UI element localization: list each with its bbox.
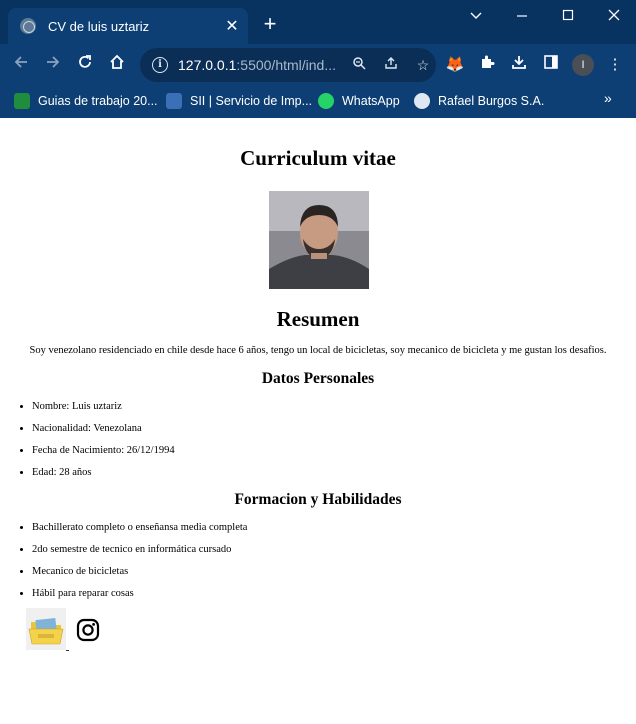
list-item: Nombre: Luis uztariz (32, 400, 175, 422)
forward-icon[interactable] (40, 52, 66, 78)
maximize-button[interactable] (548, 6, 588, 26)
address-bar[interactable]: i 127.0.0.1:5500/html/ind... ☆ (140, 48, 436, 82)
whatsapp-icon (318, 93, 334, 109)
menu-kebab-icon[interactable]: ⋮ (604, 54, 626, 76)
skills-heading: Formacion y Habilidades (234, 491, 402, 508)
bookmark-label: SII | Servicio de Imp... (190, 94, 313, 108)
personal-data-heading: Datos Personales (261, 370, 375, 387)
page-content: Curriculum vitae Resumen Soy venezolano … (0, 118, 636, 724)
active-tab[interactable]: CV de luis uztariz ✕ (8, 8, 248, 44)
list-item: Edad: 28 años (32, 466, 175, 488)
download-icon[interactable] (508, 54, 530, 76)
bookmark-star-icon[interactable]: ☆ (412, 54, 434, 76)
summary-text: Soy venezolano residenciado en chile des… (29, 345, 607, 356)
zoom-icon[interactable] (348, 54, 370, 76)
profile-avatar[interactable]: I (572, 54, 594, 76)
close-window-button[interactable] (594, 6, 634, 26)
reload-icon[interactable] (72, 52, 98, 78)
instagram-icon[interactable] (76, 618, 100, 642)
new-tab-button[interactable]: + (258, 12, 282, 36)
bookmark-label: Rafael Burgos S.A. (438, 94, 545, 108)
list-item: Fecha de Nacimiento: 26/12/1994 (32, 444, 175, 466)
browser-chrome: CV de luis uztariz ✕ + i 127.0.0.1:5500/… (0, 0, 636, 118)
toolbar: i 127.0.0.1:5500/html/ind... ☆ 🦊 I ⋮ (0, 44, 636, 86)
portfolio-folder-icon[interactable] (26, 608, 66, 650)
back-icon[interactable] (8, 52, 34, 78)
list-item: Nacionalidad: Venezolana (32, 422, 175, 444)
bookmark-label: WhatsApp (342, 94, 400, 108)
url-host: 127.0.0.1 (178, 57, 237, 73)
list-item: 2do semestre de tecnico en informática c… (32, 543, 247, 565)
list-item: Hábil para reparar cosas (32, 587, 247, 609)
home-icon[interactable] (104, 52, 130, 78)
minimize-button[interactable] (502, 6, 542, 26)
list-item: Mecanico de bicicletas (32, 565, 247, 587)
tab-search-icon[interactable] (456, 6, 496, 26)
url-text: 127.0.0.1:5500/html/ind... (178, 57, 338, 73)
globe-icon (414, 93, 430, 109)
bookmark-label: Guias de trabajo 20... (38, 94, 158, 108)
tab-strip: CV de luis uztariz ✕ + (0, 0, 636, 44)
more-bookmarks-icon[interactable]: » (604, 90, 612, 106)
bookmarks-bar: Guias de trabajo 20... SII | Servicio de… (0, 86, 636, 114)
bookmark-whatsapp[interactable]: WhatsApp (318, 90, 400, 112)
list-item: Bachillerato completo o enseñansa media … (32, 521, 247, 543)
share-icon[interactable] (380, 54, 402, 76)
globe-icon (20, 18, 36, 34)
bookmark-guias[interactable]: Guias de trabajo 20... (14, 90, 158, 112)
profile-photo (269, 191, 369, 289)
page-title: Curriculum vitae (240, 146, 396, 170)
bookmark-sii[interactable]: SII | Servicio de Imp... (166, 90, 312, 112)
green-plus-icon (14, 93, 30, 109)
extensions-icon[interactable] (476, 54, 498, 76)
personal-data-list: Nombre: Luis uztariz Nacionalidad: Venez… (32, 400, 175, 488)
skills-list: Bachillerato completo o enseñansa media … (32, 521, 247, 609)
tab-title: CV de luis uztariz (48, 18, 150, 34)
metamask-icon[interactable]: 🦊 (444, 54, 466, 76)
side-panel-icon[interactable] (540, 54, 562, 76)
sii-icon (166, 93, 182, 109)
bookmark-rafael[interactable]: Rafael Burgos S.A. (414, 90, 544, 112)
close-tab-icon[interactable]: ✕ (220, 16, 244, 36)
site-info-icon[interactable]: i (152, 57, 168, 73)
url-path: :5500/html/ind... (236, 57, 337, 73)
link-underline (66, 650, 69, 651)
summary-heading: Resumen (276, 307, 360, 331)
